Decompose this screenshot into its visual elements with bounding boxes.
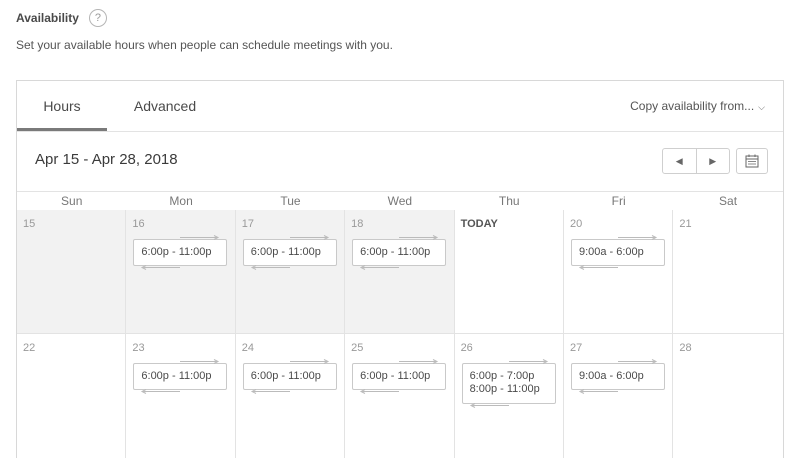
availability-slot[interactable]: 6:00p - 11:00p bbox=[133, 235, 228, 270]
availability-slot[interactable]: 6:00p - 11:00p bbox=[242, 359, 337, 394]
weekday-sat: Sat bbox=[719, 194, 738, 208]
calendar-icon bbox=[745, 154, 759, 168]
arrow-right-icon bbox=[289, 235, 329, 240]
copy-availability-dropdown[interactable]: Copy availability from... ⌵ bbox=[630, 81, 765, 131]
slot-time-range: 8:00p - 11:00p bbox=[469, 383, 540, 395]
arrow-right-icon bbox=[617, 235, 658, 240]
availability-slot[interactable]: 6:00p - 11:00p bbox=[352, 235, 447, 270]
arrow-right-icon bbox=[617, 359, 658, 364]
calendar-day-cell[interactable]: 28 bbox=[673, 334, 783, 458]
slot-time-range: 9:00a - 6:00p bbox=[578, 370, 644, 382]
calendar-day-cell[interactable]: 26 6:00p - 7:00p 8:00p - 11:00p bbox=[454, 334, 564, 458]
arrow-right-icon bbox=[180, 235, 220, 240]
date-navigation: ◀ ▶ bbox=[662, 148, 730, 174]
day-number: 20 bbox=[569, 218, 583, 230]
day-number: 27 bbox=[569, 342, 583, 354]
slot-time-range: 6:00p - 11:00p bbox=[360, 370, 431, 382]
chevron-down-icon: ⌵ bbox=[758, 102, 765, 112]
slot-time-range: 6:00p - 11:00p bbox=[250, 246, 321, 258]
slot-time-range: 6:00p - 11:00p bbox=[360, 246, 431, 258]
weekday-fri: Fri bbox=[611, 194, 626, 208]
chevron-right-icon: ▶ bbox=[709, 155, 717, 166]
weekday-sun: Sun bbox=[61, 194, 83, 208]
arrow-left-icon bbox=[250, 265, 290, 270]
prev-week-button[interactable]: ◀ bbox=[663, 149, 696, 173]
arrow-right-icon bbox=[289, 359, 329, 364]
page-title: Availability bbox=[16, 11, 79, 25]
calendar-week-row: 22 23 6:00p - 11:00p 24 6:00p - 11:00p 25 6:00… bbox=[17, 334, 783, 458]
day-number: 17 bbox=[241, 218, 255, 230]
calendar-day-cell[interactable]: 15 bbox=[17, 210, 127, 333]
calendar-day-cell[interactable]: 27 9:00a - 6:00p bbox=[563, 334, 674, 458]
slot-time-range: 6:00p - 7:00p bbox=[469, 370, 535, 382]
day-number: 15 bbox=[23, 218, 36, 230]
date-range: Apr 15 - Apr 28, 2018 bbox=[35, 151, 178, 168]
calendar-picker-button[interactable] bbox=[736, 148, 768, 174]
availability-slot[interactable]: 6:00p - 11:00p bbox=[133, 359, 228, 394]
day-number: 24 bbox=[241, 342, 255, 354]
weekday-thu: Thu bbox=[498, 194, 520, 208]
next-week-button[interactable]: ▶ bbox=[695, 149, 730, 173]
calendar-day-cell[interactable]: 22 bbox=[17, 334, 127, 458]
day-number: 22 bbox=[23, 342, 36, 354]
day-number: TODAY bbox=[460, 218, 498, 230]
slot-time-range: 6:00p - 11:00p bbox=[141, 246, 212, 258]
arrow-left-icon bbox=[360, 389, 400, 394]
calendar-day-cell[interactable]: 18 6:00p - 11:00p bbox=[345, 210, 455, 333]
calendar-day-cell[interactable]: 25 6:00p - 11:00p bbox=[345, 334, 455, 458]
tab-hours[interactable]: Hours bbox=[17, 81, 107, 131]
arrow-left-icon bbox=[141, 389, 181, 394]
arrow-right-icon bbox=[399, 235, 439, 240]
availability-slot[interactable]: 6:00p - 7:00p 8:00p - 11:00p bbox=[461, 359, 556, 408]
arrow-right-icon bbox=[508, 359, 548, 364]
arrow-left-icon bbox=[578, 265, 618, 270]
day-number: 16 bbox=[132, 218, 145, 230]
arrow-left-icon bbox=[360, 265, 400, 270]
weekday-mon: Mon bbox=[169, 194, 193, 208]
copy-availability-label: Copy availability from... bbox=[630, 99, 755, 113]
day-number: 28 bbox=[679, 342, 692, 354]
slot-time-range: 6:00p - 11:00p bbox=[141, 370, 212, 382]
calendar-day-cell[interactable]: 24 6:00p - 11:00p bbox=[235, 334, 346, 458]
slot-time-range: 6:00p - 11:00p bbox=[250, 370, 321, 382]
availability-header: Availability ? bbox=[16, 8, 107, 28]
arrow-left-icon bbox=[578, 389, 618, 394]
tab-advanced[interactable]: Advanced bbox=[117, 81, 213, 131]
page-subtitle: Set your available hours when people can… bbox=[16, 38, 393, 52]
day-number: 21 bbox=[679, 218, 692, 230]
weekday-wed: Wed bbox=[387, 194, 413, 208]
arrow-left-icon bbox=[469, 403, 509, 408]
availability-card: Hours Advanced Copy availability from...… bbox=[16, 80, 784, 458]
day-number: 25 bbox=[351, 342, 364, 354]
availability-slot[interactable]: 9:00a - 6:00p bbox=[570, 359, 665, 394]
calendar-day-cell[interactable]: 17 6:00p - 11:00p bbox=[235, 210, 346, 333]
calendar-week-row: 15 16 6:00p - 11:00p 17 6:00p - 11:00p 18 6:00… bbox=[17, 210, 783, 334]
availability-slot[interactable]: 6:00p - 11:00p bbox=[352, 359, 447, 394]
day-number: 18 bbox=[351, 218, 364, 230]
arrow-right-icon bbox=[399, 359, 439, 364]
calendar-day-cell[interactable]: 20 9:00a - 6:00p bbox=[563, 210, 674, 333]
calendar-day-cell[interactable]: 23 6:00p - 11:00p bbox=[126, 334, 236, 458]
tab-bar: Hours Advanced Copy availability from...… bbox=[17, 81, 783, 132]
availability-slot[interactable]: 9:00a - 6:00p bbox=[570, 235, 665, 270]
calendar-grid: 15 16 6:00p - 11:00p 17 6:00p - 11:00p 18 6:00… bbox=[17, 210, 783, 458]
weekday-tue: Tue bbox=[280, 194, 301, 208]
chevron-left-icon: ◀ bbox=[675, 155, 683, 166]
calendar-day-cell[interactable]: 16 6:00p - 11:00p bbox=[126, 210, 236, 333]
day-number: 23 bbox=[132, 342, 145, 354]
calendar-day-cell[interactable]: 21 bbox=[673, 210, 783, 333]
day-number: 26 bbox=[460, 342, 473, 354]
calendar-day-today[interactable]: TODAY bbox=[454, 210, 564, 333]
arrow-left-icon bbox=[250, 389, 290, 394]
help-icon[interactable]: ? bbox=[88, 9, 107, 27]
slot-time-range: 9:00a - 6:00p bbox=[578, 246, 644, 258]
arrow-left-icon bbox=[141, 265, 181, 270]
availability-slot[interactable]: 6:00p - 11:00p bbox=[242, 235, 337, 270]
weekday-header: Sun Mon Tue Wed Thu Fri Sat bbox=[17, 191, 783, 211]
arrow-right-icon bbox=[180, 359, 220, 364]
